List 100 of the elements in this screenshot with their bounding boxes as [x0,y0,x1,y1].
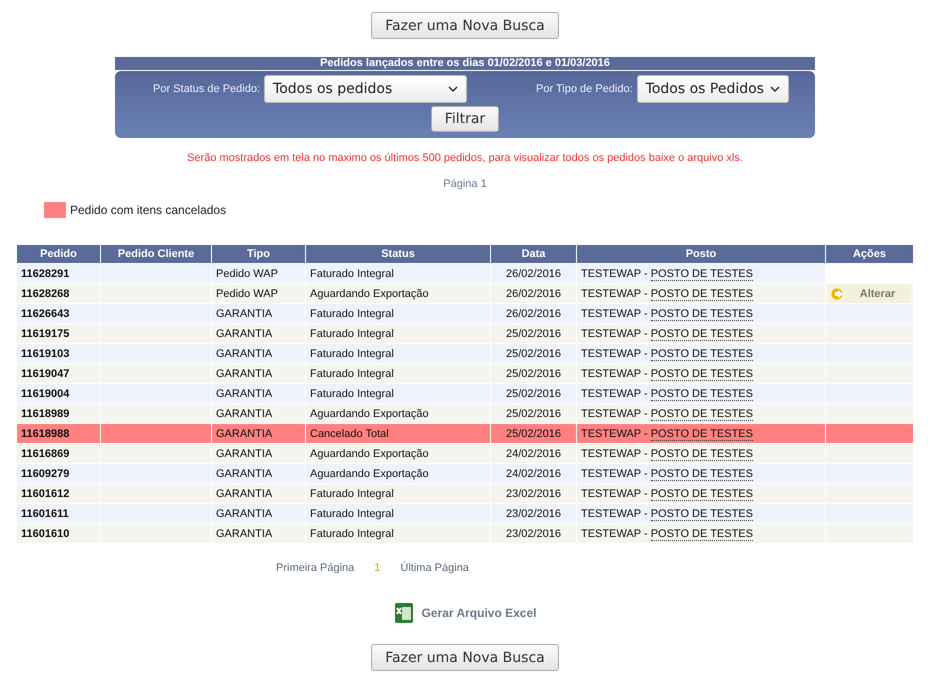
spreadsheet-icon [394,602,414,624]
station-link[interactable]: POSTO DE TESTES [650,328,753,340]
station-cell: TESTEWAP - POSTO DE TESTES [577,464,825,483]
chevron-icon [770,86,780,92]
status-cell: Faturado Integral [306,364,490,383]
edit-button[interactable]: Alterar [828,284,910,302]
date-cell: 26/02/2016 [491,304,576,323]
status-cell: Cancelado Total [306,424,490,443]
station-cell: TESTEWAP - POSTO DE TESTES [577,284,825,303]
station-cell: TESTEWAP - POSTO DE TESTES [577,524,825,543]
station-cell: TESTEWAP - POSTO DE TESTES [577,484,825,503]
order-cell: 11601612 [17,484,100,503]
station-link[interactable]: POSTO DE TESTES [650,348,753,360]
order-cell: 11619047 [17,364,100,383]
notice-text: Serão mostrados em tela no maximo os últimos 500 pedidos, para visualizar todos os pedidos baixe o arquivo xls. [187,152,743,164]
column-header: Ações [826,245,913,263]
date-cell: 25/02/2016 [491,424,576,443]
station-cell: TESTEWAP - POSTO DE TESTES [577,384,825,403]
station-link[interactable]: POSTO DE TESTES [650,308,753,320]
order-cell: 11601610 [17,524,100,543]
order-cell: 11619175 [17,324,100,343]
status-cell: Aguardando Exportação [306,464,490,483]
filter-button[interactable]: Filtrar [430,106,500,132]
date-cell: 23/02/2016 [491,524,576,543]
column-header: Tipo [212,245,305,263]
station-link[interactable]: POSTO DE TESTES [650,528,753,540]
current-page: 1 [374,562,380,574]
status-label: Por Status de Pedido: [153,83,260,95]
page-label: Página 1 [443,178,487,190]
type-cell: GARANTIA [212,444,305,463]
station-cell: TESTEWAP - POSTO DE TESTES [577,444,825,463]
station-link[interactable]: POSTO DE TESTES [650,448,753,460]
status-cell: Faturado Integral [306,484,490,503]
column-header: Pedido Cliente [101,245,211,263]
first-page-link[interactable]: Primeira Página [276,562,354,574]
order-cell: 11601611 [17,504,100,523]
column-header: Posto [577,245,825,263]
type-cell: GARANTIA [212,404,305,423]
order-cell: 11628291 [17,264,100,283]
order-cell: 11618989 [17,404,100,423]
station-cell: TESTEWAP - POSTO DE TESTES [577,404,825,423]
station-cell: TESTEWAP - POSTO DE TESTES [577,324,825,343]
status-cell: Faturado Integral [306,264,490,283]
type-cell: GARANTIA [212,424,305,443]
date-cell: 25/02/2016 [491,364,576,383]
status-cell: Faturado Integral [306,344,490,363]
status-cell: Faturado Integral [306,324,490,343]
station-cell: TESTEWAP - POSTO DE TESTES [577,364,825,383]
station-link[interactable]: POSTO DE TESTES [650,408,753,420]
excel-link[interactable]: Gerar Arquivo Excel [394,602,536,624]
date-cell: 23/02/2016 [491,504,576,523]
status-cell: Aguardando Exportação [306,404,490,423]
status-select[interactable]: Todos os pedidos [264,75,468,103]
status-cell: Faturado Integral [306,304,490,323]
type-cell: GARANTIA [212,344,305,363]
last-page-link[interactable]: Última Página [400,562,469,574]
date-cell: 25/02/2016 [491,404,576,423]
date-cell: 25/02/2016 [491,324,576,343]
status-cell: Aguardando Exportação [306,284,490,303]
column-header: Status [306,245,490,263]
type-cell: GARANTIA [212,384,305,403]
new-search-button[interactable]: Fazer uma Nova Busca [371,644,559,671]
date-cell: 24/02/2016 [491,464,576,483]
order-cell: 11619004 [17,384,100,403]
station-link[interactable]: POSTO DE TESTES [650,488,753,500]
date-cell: 26/02/2016 [491,284,576,303]
station-link[interactable]: POSTO DE TESTES [650,508,753,520]
station-link[interactable]: POSTO DE TESTES [650,368,753,380]
legend-label: Pedido com itens cancelados [70,203,226,217]
status-cell: Faturado Integral [306,524,490,543]
type-cell: Pedido WAP [212,264,305,283]
date-cell: 24/02/2016 [491,444,576,463]
type-cell: GARANTIA [212,464,305,483]
date-cell: 25/02/2016 [491,344,576,363]
station-cell: TESTEWAP - POSTO DE TESTES [577,424,825,443]
station-cell: TESTEWAP - POSTO DE TESTES [577,264,825,283]
date-cell: 26/02/2016 [491,264,576,283]
status-cell: Faturado Integral [306,384,490,403]
type-label: Por Tipo de Pedido: [536,83,633,95]
station-cell: TESTEWAP - POSTO DE TESTES [577,344,825,363]
type-cell: GARANTIA [212,484,305,503]
type-cell: GARANTIA [212,324,305,343]
filter-title: Pedidos lançados entre os dias 01/02/2016 e 01/03/2016 [115,57,815,70]
station-cell: TESTEWAP - POSTO DE TESTES [577,304,825,323]
station-link[interactable]: POSTO DE TESTES [650,468,753,480]
station-link[interactable]: POSTO DE TESTES [650,288,753,300]
date-cell: 25/02/2016 [491,384,576,403]
station-link[interactable]: POSTO DE TESTES [650,388,753,400]
date-cell: 23/02/2016 [491,484,576,503]
type-select[interactable]: Todos os Pedidos [636,75,789,103]
order-cell: 11628268 [17,284,100,303]
station-link[interactable]: POSTO DE TESTES [650,268,753,280]
new-search-button[interactable]: Fazer uma Nova Busca [371,12,559,39]
order-cell: 11609279 [17,464,100,483]
station-link[interactable]: POSTO DE TESTES [650,428,753,440]
status-cell: Faturado Integral [306,504,490,523]
type-cell: GARANTIA [212,304,305,323]
column-header: Data [491,245,576,263]
type-cell: GARANTIA [212,524,305,543]
station-cell: TESTEWAP - POSTO DE TESTES [577,504,825,523]
